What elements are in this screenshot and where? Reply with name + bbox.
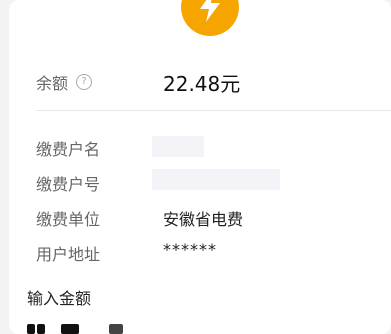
balance-label-row: 余额 ? <box>36 70 93 94</box>
amount-section-title: 输入金额 <box>27 289 92 308</box>
address-value: ****** <box>163 240 217 259</box>
address-label: 用户地址 <box>36 245 101 264</box>
balance-value: 22.48元 <box>163 72 241 96</box>
company-label: 缴费单位 <box>36 210 101 229</box>
question-circle-icon[interactable]: ? <box>76 74 93 90</box>
payment-card: 余额 ? 22.48元 缴费户名 缴费户号 缴费单位 安徽省电费 用户地址 **… <box>9 0 391 334</box>
amount-keypad-partial <box>27 324 147 334</box>
divider <box>36 110 391 111</box>
account-number-value <box>152 169 280 190</box>
account-name-value <box>152 136 204 157</box>
lightning-bolt-icon <box>181 0 239 36</box>
balance-label: 余额 <box>36 74 69 93</box>
company-value: 安徽省电费 <box>163 210 244 229</box>
account-name-label: 缴费户名 <box>36 140 101 159</box>
account-number-label: 缴费户号 <box>36 175 101 194</box>
